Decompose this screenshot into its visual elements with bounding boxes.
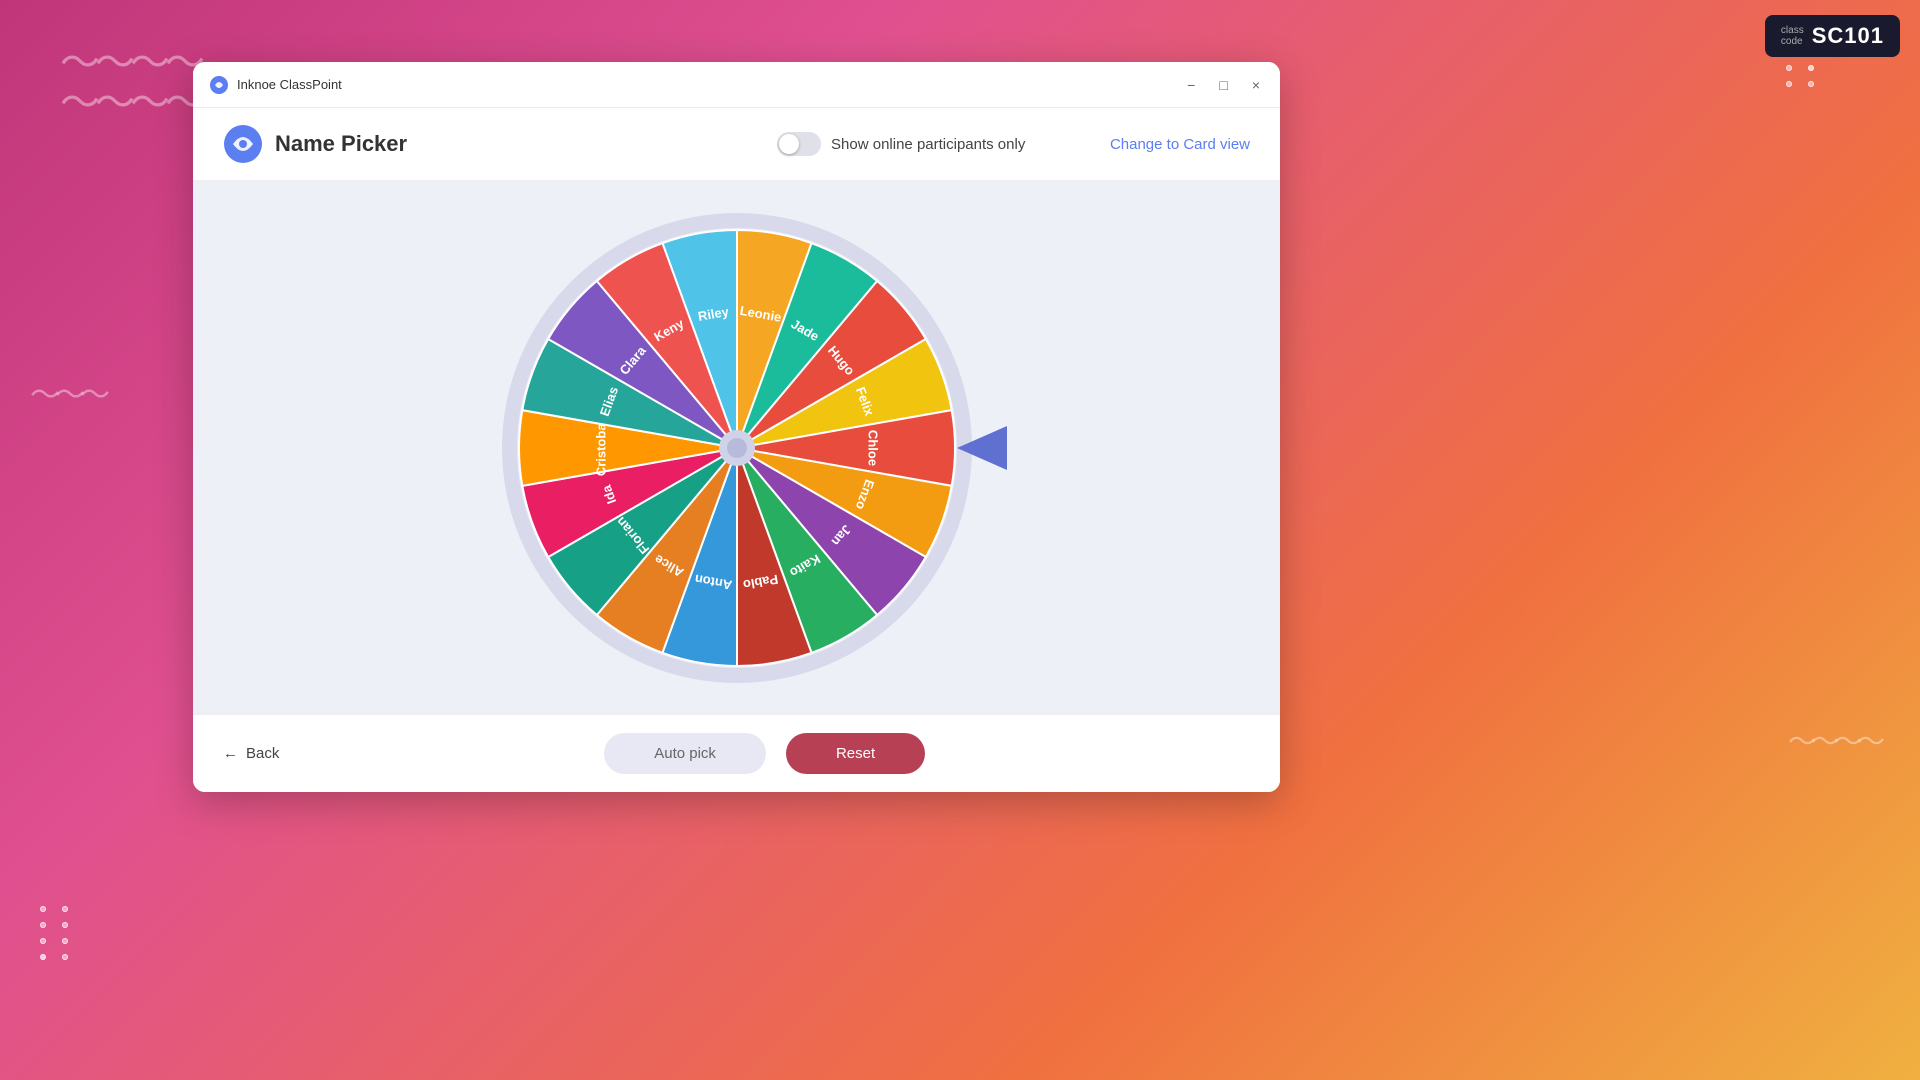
app-header: Name Picker Show online participants onl… bbox=[193, 108, 1280, 181]
online-only-toggle[interactable] bbox=[777, 132, 821, 156]
toggle-thumb bbox=[779, 134, 799, 154]
bg-squiggle-left: 〜〜〜 bbox=[30, 370, 105, 414]
dot bbox=[40, 906, 46, 912]
dot bbox=[1786, 65, 1792, 71]
title-bar: Inknoe ClassPoint − □ × bbox=[193, 62, 1280, 108]
maximize-button[interactable]: □ bbox=[1215, 74, 1231, 96]
minimize-button[interactable]: − bbox=[1183, 74, 1199, 96]
dot bbox=[62, 954, 68, 960]
footer-actions: Auto pick Reset bbox=[604, 733, 925, 774]
window-controls: − □ × bbox=[1183, 74, 1264, 96]
classpoint-logo bbox=[223, 124, 263, 164]
footer: ← Back Auto pick Reset bbox=[193, 714, 1280, 792]
bg-dots-top-right bbox=[1786, 65, 1820, 87]
dot bbox=[62, 922, 68, 928]
svg-text:Chloe: Chloe bbox=[865, 429, 880, 465]
class-code-badge: class code SC101 bbox=[1765, 15, 1900, 57]
back-label: Back bbox=[246, 745, 279, 762]
back-button[interactable]: ← Back bbox=[223, 745, 279, 762]
reset-button[interactable]: Reset bbox=[786, 733, 925, 774]
main-window: Inknoe ClassPoint − □ × Name Picker Show… bbox=[193, 62, 1280, 792]
dot bbox=[62, 938, 68, 944]
title-bar-title: Inknoe ClassPoint bbox=[237, 77, 1183, 92]
class-code-value: SC101 bbox=[1812, 23, 1884, 49]
toggle-label: Show online participants only bbox=[831, 136, 1025, 153]
back-arrow-icon: ← bbox=[223, 745, 238, 762]
bg-squiggle-mid: 〜〜〜〜 bbox=[60, 70, 200, 128]
app-title: Name Picker bbox=[275, 131, 692, 157]
class-code-label: class code bbox=[1781, 25, 1804, 47]
dot bbox=[1786, 81, 1792, 87]
svg-text:Cristobal: Cristobal bbox=[593, 419, 608, 475]
dot bbox=[1808, 65, 1814, 71]
change-view-button[interactable]: Change to Card view bbox=[1110, 136, 1250, 153]
close-button[interactable]: × bbox=[1248, 74, 1264, 96]
bg-squiggle-right: 〜〜〜〜 bbox=[1788, 720, 1880, 760]
dot bbox=[40, 922, 46, 928]
spinner-wheel[interactable]: RileyLeonieJadeHugoFelixChloeEnzoJanKait… bbox=[497, 208, 977, 688]
bg-dots-bottom-left bbox=[40, 906, 74, 960]
content-area: RileyLeonieJadeHugoFelixChloeEnzoJanKait… bbox=[193, 181, 1280, 714]
auto-pick-button[interactable]: Auto pick bbox=[604, 733, 766, 774]
dot bbox=[40, 954, 46, 960]
dot bbox=[1808, 81, 1814, 87]
wheel-container[interactable]: RileyLeonieJadeHugoFelixChloeEnzoJanKait… bbox=[497, 208, 977, 688]
dot bbox=[62, 906, 68, 912]
app-icon bbox=[209, 75, 229, 95]
toggle-group: Show online participants only bbox=[692, 132, 1109, 156]
dot bbox=[40, 938, 46, 944]
wheel-pointer bbox=[957, 426, 1007, 470]
